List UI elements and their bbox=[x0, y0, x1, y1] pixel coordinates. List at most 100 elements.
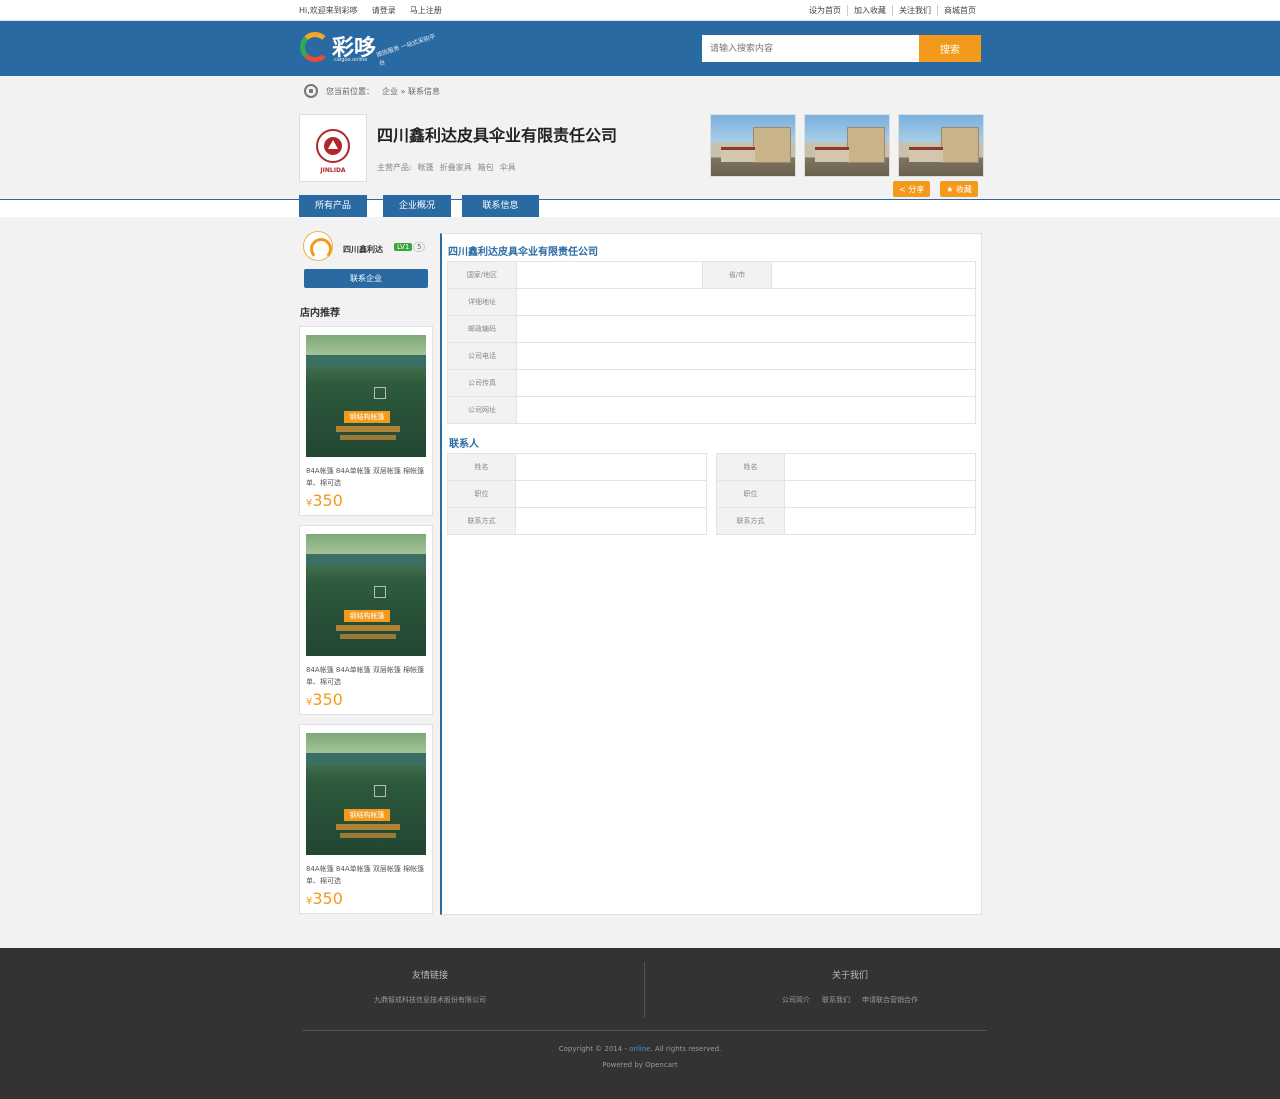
copyright-brand-link[interactable]: online bbox=[629, 1045, 650, 1053]
tab-contact-info[interactable]: 联系信息 bbox=[462, 195, 539, 217]
country-value bbox=[516, 261, 703, 289]
product-title[interactable]: 84A帐篷 84A单帐篷 双层帐篷 棉帐篷 单、棉可选 bbox=[306, 664, 428, 688]
postcode-value bbox=[516, 315, 976, 343]
contacts-title: 联系人 bbox=[449, 439, 479, 450]
product-card[interactable]: 钢结构帐篷 84A帐篷 84A单帐篷 双层帐篷 棉帐篷 单、棉可选 ¥350 bbox=[299, 525, 433, 715]
share-button[interactable]: < 分享 bbox=[893, 181, 931, 197]
cooperation-link[interactable]: 申请联合营销合作 bbox=[862, 995, 918, 1005]
product-title[interactable]: 84A帐篷 84A单帐篷 双层帐篷 棉帐篷 单、棉可选 bbox=[306, 465, 428, 489]
table-row: 公司电话 bbox=[447, 342, 976, 370]
product-image-text bbox=[336, 824, 400, 830]
fax-label: 公司传真 bbox=[447, 369, 517, 397]
product-image-text bbox=[340, 634, 396, 639]
product-image-sign: 钢结构帐篷 bbox=[344, 610, 390, 622]
recommend-title: 店内推荐 bbox=[300, 308, 340, 319]
shop-logo-icon bbox=[303, 231, 333, 261]
company-logo: JINLIDA bbox=[299, 114, 367, 182]
logo-domain: caiguo.online bbox=[334, 57, 368, 63]
shop-name[interactable]: 四川鑫利达 bbox=[343, 244, 383, 255]
tent-window bbox=[374, 586, 386, 598]
main-product-item: 箱包 bbox=[477, 163, 494, 172]
main-product-item: 伞具 bbox=[499, 163, 516, 172]
main-products: 主营产品: 帐篷 折叠家具 箱包 伞具 bbox=[377, 162, 516, 173]
search-input[interactable] bbox=[702, 35, 919, 62]
search-button[interactable]: 搜索 bbox=[919, 35, 981, 62]
favorite-button[interactable]: ★ 收藏 bbox=[940, 181, 978, 197]
province-label: 省/市 bbox=[702, 261, 772, 289]
postcode-label: 邮政编码 bbox=[447, 315, 517, 343]
welcome-text: Hi,欢迎来到彩哆 bbox=[299, 6, 358, 15]
contact-link[interactable]: 联系我们 bbox=[822, 995, 850, 1005]
add-favorite-link[interactable]: 加入收藏 bbox=[847, 5, 892, 16]
product-card[interactable]: 钢结构帐篷 84A帐篷 84A单帐篷 双层帐篷 棉帐篷 单、棉可选 ¥350 bbox=[299, 724, 433, 914]
table-row: 姓名 bbox=[447, 453, 707, 481]
contact-company-button[interactable]: 联系企业 bbox=[304, 269, 428, 288]
price-value: 350 bbox=[312, 491, 343, 510]
name-value bbox=[515, 453, 707, 481]
phone-label: 公司电话 bbox=[447, 342, 517, 370]
site-logo[interactable]: 彩哆 诚信服务 一站式采购平台 caiguo.online bbox=[300, 30, 440, 68]
footer-rule bbox=[302, 1030, 987, 1031]
product-card[interactable]: 钢结构帐篷 84A帐篷 84A单帐篷 双层帐篷 棉帐篷 单、棉可选 ¥350 bbox=[299, 326, 433, 516]
about-us: 关于我们 公司简介 联系我们 申请联合营销合作 bbox=[740, 968, 960, 1005]
product-price: ¥350 bbox=[306, 690, 343, 709]
footer-divider bbox=[644, 962, 645, 1018]
about-us-title: 关于我们 bbox=[831, 971, 868, 981]
product-image[interactable]: 钢结构帐篷 bbox=[306, 733, 426, 855]
name-value bbox=[784, 453, 976, 481]
company-seal-icon bbox=[316, 129, 350, 163]
search-box: 搜索 bbox=[702, 35, 981, 62]
copyright: Copyright © 2014 - online. All rights re… bbox=[0, 1045, 1280, 1053]
table-row: 联系方式 bbox=[447, 507, 707, 535]
utility-links: 设为首页 加入收藏 关注我们 商城首页 bbox=[803, 5, 982, 16]
panel-company-name: 四川鑫利达皮具伞业有限责任公司 bbox=[448, 247, 598, 258]
register-link[interactable]: 马上注册 bbox=[410, 5, 442, 16]
website-value bbox=[516, 396, 976, 424]
product-image-sign: 钢结构帐篷 bbox=[344, 411, 390, 423]
login-link[interactable]: 请登录 bbox=[372, 5, 396, 16]
product-image-text bbox=[340, 435, 396, 440]
share-label: 分享 bbox=[908, 185, 925, 194]
tab-all-products[interactable]: 所有产品 bbox=[299, 195, 367, 217]
set-homepage-link[interactable]: 设为首页 bbox=[803, 5, 847, 16]
product-title[interactable]: 84A帐篷 84A单帐篷 双层帐篷 棉帐篷 单、棉可选 bbox=[306, 863, 428, 887]
company-photo[interactable] bbox=[898, 114, 984, 177]
table-row: 详细地址 bbox=[447, 288, 976, 316]
position-value bbox=[515, 480, 707, 508]
main-product-item: 折叠家具 bbox=[439, 163, 472, 172]
top-utility-bar: Hi,欢迎来到彩哆 请登录 马上注册 设为首页 加入收藏 关注我们 商城首页 bbox=[0, 0, 1280, 21]
name-label: 姓名 bbox=[447, 453, 516, 481]
about-link[interactable]: 公司简介 bbox=[782, 995, 810, 1005]
main-product-item: 帐篷 bbox=[417, 163, 434, 172]
position-value bbox=[784, 480, 976, 508]
follow-us-link[interactable]: 关注我们 bbox=[892, 5, 937, 16]
main-products-label: 主营产品: bbox=[377, 163, 412, 172]
friend-link[interactable]: 九鼎智成科技信息技术股份有限公司 bbox=[374, 995, 486, 1005]
breadcrumb-path[interactable]: 企业 » 联系信息 bbox=[382, 86, 440, 97]
company-photo[interactable] bbox=[804, 114, 890, 177]
contact-table-2: 姓名 职位 联系方式 bbox=[716, 453, 976, 535]
tent-roof bbox=[306, 753, 426, 765]
logo-slogan: 诚信服务 一站式采购平台 bbox=[375, 33, 437, 68]
friend-links-title: 友情链接 bbox=[411, 971, 448, 981]
website-label: 公司网址 bbox=[447, 396, 517, 424]
location-icon bbox=[304, 84, 318, 98]
welcome-area: Hi,欢迎来到彩哆 请登录 马上注册 bbox=[299, 5, 442, 16]
fax-value bbox=[516, 369, 976, 397]
tab-company-profile[interactable]: 企业概况 bbox=[383, 195, 451, 217]
logo-ring-icon bbox=[300, 32, 330, 62]
position-label: 职位 bbox=[447, 480, 516, 508]
site-footer: 友情链接 九鼎智成科技信息技术股份有限公司 关于我们 公司简介 联系我们 申请联… bbox=[0, 948, 1280, 1099]
mall-home-link[interactable]: 商城首页 bbox=[937, 5, 982, 16]
product-image[interactable]: 钢结构帐篷 bbox=[306, 534, 426, 656]
table-row: 公司传真 bbox=[447, 369, 976, 397]
contact-table-1: 姓名 职位 联系方式 bbox=[447, 453, 707, 535]
company-photo[interactable] bbox=[710, 114, 796, 177]
product-image-text bbox=[340, 833, 396, 838]
table-row: 公司网址 bbox=[447, 396, 976, 424]
price-value: 350 bbox=[312, 690, 343, 709]
company-logo-text: JINLIDA bbox=[320, 167, 346, 174]
site-header: 彩哆 诚信服务 一站式采购平台 caiguo.online 搜索 bbox=[0, 21, 1280, 76]
favorite-label: 收藏 bbox=[955, 185, 972, 194]
product-image[interactable]: 钢结构帐篷 bbox=[306, 335, 426, 457]
